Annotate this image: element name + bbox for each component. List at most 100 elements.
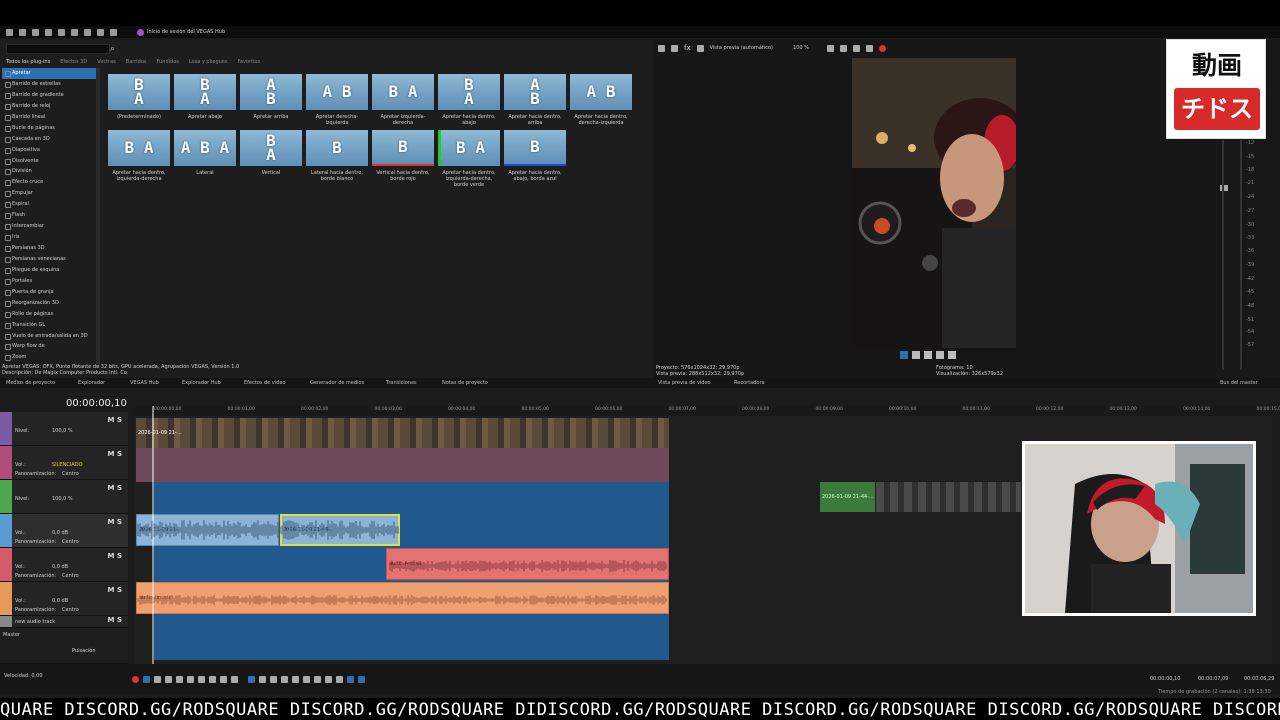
vegas-hub-login[interactable]: Inicio de sesión del VEGAS Hub bbox=[137, 28, 225, 36]
envelope-tool[interactable] bbox=[259, 675, 266, 683]
panel-tab[interactable]: Explorador Hub bbox=[182, 380, 221, 386]
panel-tab[interactable]: Vista previa de vídeo bbox=[658, 380, 711, 386]
transition-list-item[interactable]: Rollo de páginas bbox=[2, 309, 98, 320]
copy-icon[interactable] bbox=[84, 28, 91, 36]
prev-frame-button[interactable] bbox=[209, 675, 216, 683]
track-pan-value[interactable]: Centro bbox=[62, 607, 79, 613]
track-param-value[interactable]: 0,0 dB bbox=[52, 598, 68, 604]
track-header[interactable]: Nivel: 100,0 % M S bbox=[0, 480, 128, 514]
preview-settings-icon[interactable] bbox=[671, 44, 678, 52]
transition-list-item[interactable]: Iris bbox=[2, 232, 98, 243]
mute-solo-buttons[interactable]: M S bbox=[108, 616, 122, 624]
transition-list-item[interactable]: Puerta de granja bbox=[2, 287, 98, 298]
transition-list-item[interactable]: Barrido de estrellas bbox=[2, 79, 98, 90]
transition-list-item[interactable]: Diapositiva bbox=[2, 145, 98, 156]
pause-button[interactable] bbox=[176, 675, 183, 683]
delete-button[interactable] bbox=[292, 675, 299, 683]
transition-list-item[interactable]: Persianas 3D bbox=[2, 243, 98, 254]
loop-icon[interactable] bbox=[900, 351, 908, 359]
transition-tab[interactable]: Todos los plug-ins bbox=[6, 59, 50, 67]
preview-quality-dropdown[interactable]: Vista previa (automático) bbox=[710, 45, 773, 51]
split-screen-icon[interactable] bbox=[696, 44, 704, 52]
transition-list-item[interactable]: Cascada en 3D bbox=[2, 134, 98, 145]
panel-tab[interactable]: Recortadora bbox=[734, 380, 765, 386]
grid-icon[interactable] bbox=[839, 44, 847, 52]
panel-tab[interactable]: Efectos de vídeo bbox=[244, 380, 285, 386]
transition-tab[interactable]: Barridos bbox=[126, 59, 147, 67]
zoom-dropdown[interactable]: 100 % bbox=[793, 45, 809, 51]
selection-tool[interactable] bbox=[270, 675, 277, 683]
panel-tab[interactable]: VEGAS Hub bbox=[130, 380, 159, 386]
transition-list-item[interactable]: Zoom bbox=[2, 352, 98, 362]
go-to-end-button[interactable] bbox=[231, 675, 238, 683]
transition-preset[interactable]: A B A Lateral bbox=[174, 130, 236, 176]
transition-tab[interactable]: Losa y pliegues bbox=[189, 59, 228, 67]
track-param-value[interactable]: 100,0 % bbox=[52, 496, 73, 502]
snap-button[interactable] bbox=[347, 675, 354, 683]
transition-list-item[interactable]: Warp flow de bbox=[2, 341, 98, 352]
normal-edit-tool[interactable] bbox=[248, 675, 255, 683]
save-snapshot-icon[interactable] bbox=[865, 44, 873, 52]
track-header[interactable]: Vol.: 0,0 dB Panoramización: Centro M S bbox=[0, 582, 128, 616]
transition-list-item[interactable]: Vuelo de entrada/salida en 3D bbox=[2, 331, 98, 342]
transition-preset[interactable]: B Apretar hacia dentro, abajo, borde azul bbox=[504, 130, 566, 182]
panel-tab[interactable]: Medios de proyecto bbox=[6, 380, 55, 386]
transition-list-item[interactable]: Persianas venecianas bbox=[2, 254, 98, 265]
transition-list-item[interactable]: Bucle de páginas bbox=[2, 123, 98, 134]
track-header[interactable]: Vol.: 0,0 dB Panoramización: Centro M S bbox=[0, 548, 128, 582]
transition-list-item[interactable]: Intercambiar bbox=[2, 221, 98, 232]
transition-tab[interactable]: Fundidos bbox=[157, 59, 179, 67]
play-button[interactable] bbox=[165, 675, 172, 683]
track-header[interactable]: Nivel: 100,0 % M S bbox=[0, 412, 128, 446]
transition-list-item[interactable]: Barrido de gradiente bbox=[2, 90, 98, 101]
transition-list-item[interactable]: Disolvente bbox=[2, 156, 98, 167]
trim-button[interactable] bbox=[303, 675, 310, 683]
play-from-start-button[interactable] bbox=[154, 675, 161, 683]
record-icon[interactable] bbox=[878, 44, 886, 52]
transition-preset[interactable]: A B Apretar hacia dentro, arriba bbox=[504, 74, 566, 126]
loop-playback-button[interactable] bbox=[143, 675, 150, 683]
track-param-value[interactable]: 0,0 dB bbox=[52, 530, 68, 536]
pulsacion-label[interactable]: Pulsación bbox=[72, 648, 96, 654]
transition-tab[interactable]: Favoritos bbox=[237, 59, 260, 67]
panel-tab[interactable]: Explorador bbox=[78, 380, 105, 386]
transition-preset[interactable]: B A Apretar abajo bbox=[174, 74, 236, 120]
transition-preset[interactable]: A B Apretar hacia dentro, derecha-izquier… bbox=[570, 74, 632, 126]
track-header[interactable]: Vol.: 0,0 dB Panoramización: Centro M S bbox=[0, 514, 128, 548]
gear-icon[interactable] bbox=[658, 44, 665, 52]
paste-icon[interactable] bbox=[97, 28, 104, 36]
transition-preset[interactable]: B A Vertical bbox=[240, 130, 302, 176]
track-param-value[interactable]: 100,0 % bbox=[52, 428, 73, 434]
play-icon[interactable] bbox=[912, 351, 920, 359]
overlay-icon[interactable] bbox=[826, 44, 834, 52]
transition-preset[interactable]: B Lateral hacia dentro, borde blanco bbox=[306, 130, 368, 182]
transition-list-item[interactable]: Reorganización 3D bbox=[2, 298, 98, 309]
panel-tab[interactable]: Transiciones bbox=[386, 380, 417, 386]
copy-snapshot-icon[interactable] bbox=[852, 44, 860, 52]
mute-solo-buttons[interactable]: M S bbox=[108, 450, 122, 458]
track-param-value[interactable]: 0,0 dB bbox=[52, 564, 68, 570]
transition-list-item[interactable]: Espiral bbox=[2, 199, 98, 210]
panel-tab[interactable]: Generador de medios bbox=[310, 380, 364, 386]
track-pan-value[interactable]: Centro bbox=[62, 539, 79, 545]
mute-solo-buttons[interactable]: M S bbox=[108, 416, 122, 424]
transition-list-item[interactable]: Flash bbox=[2, 210, 98, 221]
mute-solo-buttons[interactable]: M S bbox=[108, 518, 122, 526]
auto-ripple-button[interactable] bbox=[358, 675, 365, 683]
search-input[interactable] bbox=[6, 44, 110, 54]
open-file-icon[interactable] bbox=[19, 28, 26, 36]
render-icon[interactable] bbox=[45, 28, 52, 36]
transition-list-item[interactable]: División bbox=[2, 166, 98, 177]
stop-icon[interactable] bbox=[936, 351, 944, 359]
master-track-header[interactable]: Master Pulsación bbox=[0, 628, 128, 664]
transition-preset[interactable]: B A (Predeterminado) bbox=[108, 74, 170, 120]
panel-tab[interactable]: Notas de proyecto bbox=[442, 380, 488, 386]
transition-preset[interactable]: A B Apretar arriba bbox=[240, 74, 302, 120]
settings-icon[interactable] bbox=[58, 28, 65, 36]
zoom-tool[interactable] bbox=[281, 675, 288, 683]
track-param-value[interactable]: SILENCIADO bbox=[52, 462, 83, 468]
preview-menu-icon[interactable] bbox=[948, 351, 956, 359]
lock-button[interactable] bbox=[325, 675, 332, 683]
undo-icon[interactable] bbox=[110, 28, 117, 36]
split-button[interactable] bbox=[314, 675, 321, 683]
